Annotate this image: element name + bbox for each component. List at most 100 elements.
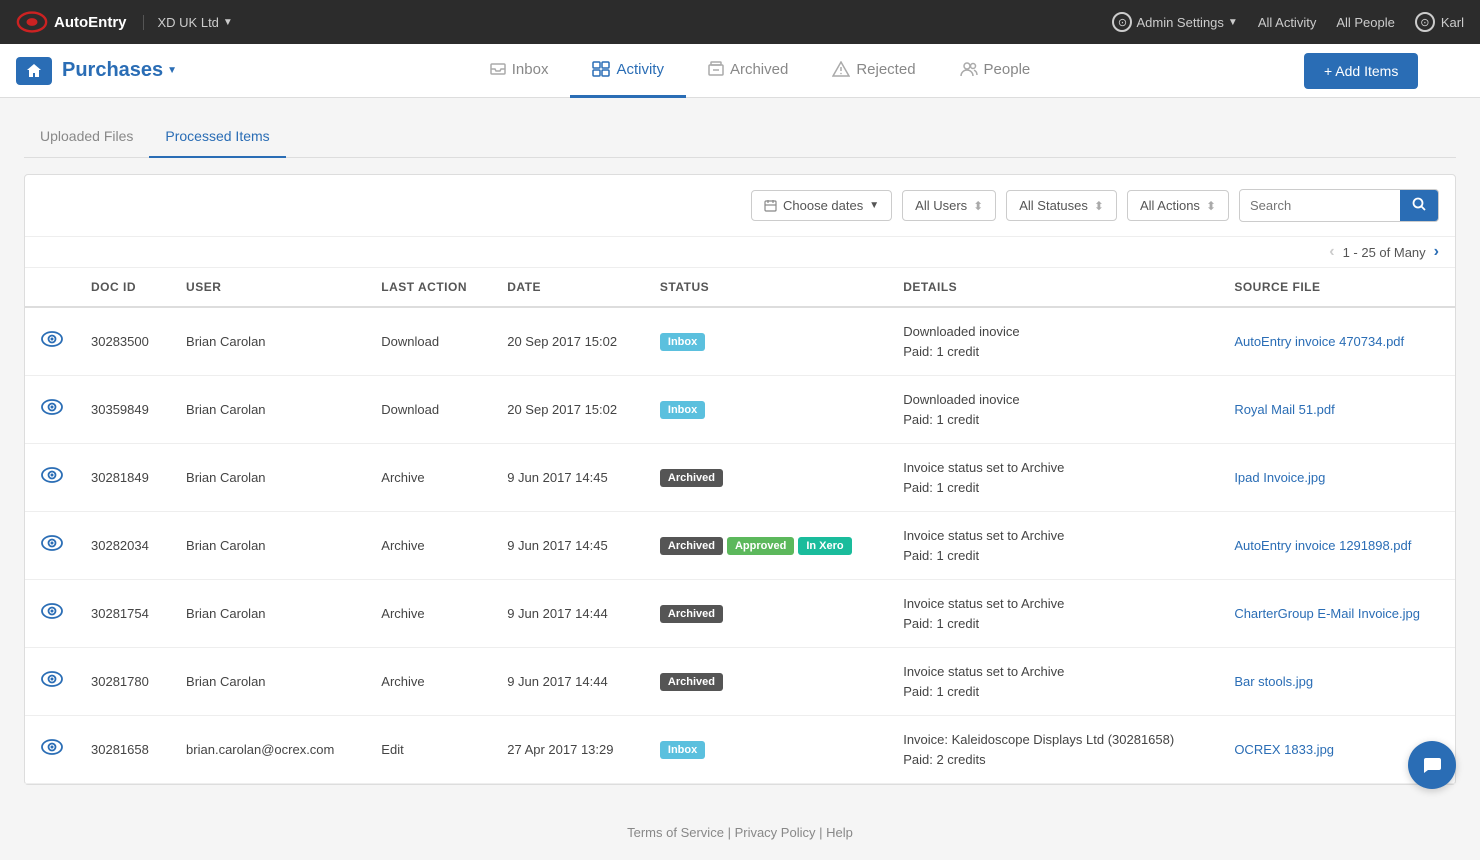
search-field-wrap [1239, 189, 1439, 222]
source-file-link[interactable]: OCREX 1833.jpg [1234, 742, 1334, 757]
source-file-link[interactable]: AutoEntry invoice 1291898.pdf [1234, 538, 1411, 553]
search-input[interactable] [1240, 191, 1400, 220]
statuses-updown-icon: ⬍ [1094, 199, 1104, 213]
user-menu[interactable]: ⊙ Karl [1415, 12, 1464, 32]
view-cell [25, 512, 75, 580]
user-cell: Brian Carolan [170, 376, 365, 444]
user-cell: Brian Carolan [170, 307, 365, 376]
table-row: 30281849Brian CarolanArchive9 Jun 2017 1… [25, 444, 1455, 512]
search-icon [1412, 197, 1426, 211]
source-file-link[interactable]: AutoEntry invoice 470734.pdf [1234, 334, 1404, 349]
tab-activity[interactable]: Activity [570, 44, 686, 98]
details-cell: Invoice status set to ArchivePaid: 1 cre… [887, 512, 1218, 580]
action-cell: Edit [365, 716, 491, 784]
table-header-row: DOC ID USER LAST ACTION DATE STATUS DETA… [25, 268, 1455, 307]
table-row: 30281780Brian CarolanArchive9 Jun 2017 1… [25, 648, 1455, 716]
doc-id-cell: 30359849 [75, 376, 170, 444]
doc-id-cell: 30281658 [75, 716, 170, 784]
choose-dates-button[interactable]: Choose dates ▼ [751, 190, 892, 221]
purchases-title[interactable]: Purchases ▼ [62, 59, 177, 82]
all-users-label: All Users [915, 198, 967, 213]
status-badge: In Xero [798, 537, 851, 555]
tab-people[interactable]: People [938, 44, 1053, 98]
next-page-button[interactable]: › [1434, 243, 1439, 261]
home-button[interactable] [16, 57, 52, 85]
col-status: STATUS [644, 268, 887, 307]
view-icon[interactable] [41, 399, 63, 419]
user-cell: Brian Carolan [170, 580, 365, 648]
tab-archived[interactable]: Archived [686, 44, 810, 98]
sub-nav-right: + Add Items [1304, 53, 1464, 89]
company-selector[interactable]: XD UK Ltd ▼ [143, 15, 233, 30]
admin-settings-menu[interactable]: ⊙ Admin Settings ▼ [1112, 12, 1237, 32]
view-cell [25, 444, 75, 512]
source-file-link[interactable]: CharterGroup E-Mail Invoice.jpg [1234, 606, 1420, 621]
user-cell: Brian Carolan [170, 648, 365, 716]
calendar-icon [764, 199, 777, 212]
search-button[interactable] [1400, 190, 1438, 221]
sub-navbar: Purchases ▼ Inbox Activity Archived Reje… [0, 44, 1480, 98]
status-cell: Archived [644, 444, 887, 512]
table-row: 30281658brian.carolan@ocrex.comEdit27 Ap… [25, 716, 1455, 784]
all-actions-select[interactable]: All Actions ⬍ [1127, 190, 1229, 221]
add-items-button[interactable]: + Add Items [1304, 53, 1418, 89]
doc-id-cell: 30282034 [75, 512, 170, 580]
view-icon[interactable] [41, 739, 63, 759]
details-cell: Invoice: Kaleidoscope Displays Ltd (3028… [887, 716, 1218, 784]
processed-items-label: Processed Items [165, 128, 269, 144]
date-cell: 9 Jun 2017 14:45 [491, 512, 644, 580]
tab-rejected[interactable]: Rejected [810, 44, 937, 98]
prev-page-button[interactable]: ‹ [1329, 243, 1334, 261]
users-updown-icon: ⬍ [973, 199, 983, 213]
status-badge: Inbox [660, 741, 705, 759]
status-cell: Archived [644, 648, 887, 716]
top-navbar: AutoEntry XD UK Ltd ▼ ⊙ Admin Settings ▼… [0, 0, 1480, 44]
table-container: Choose dates ▼ All Users ⬍ All Statuses … [24, 174, 1456, 785]
doc-id-cell: 30283500 [75, 307, 170, 376]
all-statuses-select[interactable]: All Statuses ⬍ [1006, 190, 1117, 221]
people-icon [960, 61, 978, 77]
admin-dropdown-icon: ▼ [1228, 17, 1238, 28]
action-cell: Archive [365, 580, 491, 648]
uploaded-files-label: Uploaded Files [40, 128, 133, 144]
pagination-text: 1 - 25 of Many [1343, 245, 1426, 260]
add-items-label: + Add Items [1324, 63, 1398, 79]
source-file-link[interactable]: Bar stools.jpg [1234, 674, 1313, 689]
date-cell: 27 Apr 2017 13:29 [491, 716, 644, 784]
help-link[interactable]: Help [826, 825, 853, 840]
view-icon[interactable] [41, 603, 63, 623]
tab-processed-items[interactable]: Processed Items [149, 118, 285, 158]
col-source-file: SOURCE FILE [1218, 268, 1455, 307]
view-icon[interactable] [41, 535, 63, 555]
view-icon[interactable] [41, 331, 63, 351]
view-cell [25, 716, 75, 784]
action-cell: Download [365, 376, 491, 444]
action-cell: Archive [365, 648, 491, 716]
status-cell: Inbox [644, 307, 887, 376]
purchases-label: Purchases [62, 59, 163, 82]
user-cell: Brian Carolan [170, 444, 365, 512]
col-doc-id: DOC ID [75, 268, 170, 307]
source-file-cell: AutoEntry invoice 1291898.pdf [1218, 512, 1455, 580]
all-users-select[interactable]: All Users ⬍ [902, 190, 996, 221]
status-badge: Archived [660, 673, 723, 691]
view-icon[interactable] [41, 467, 63, 487]
user-cell: Brian Carolan [170, 512, 365, 580]
chat-bubble-button[interactable] [1408, 741, 1456, 789]
details-cell: Invoice status set to ArchivePaid: 1 cre… [887, 580, 1218, 648]
source-file-link[interactable]: Ipad Invoice.jpg [1234, 470, 1325, 485]
page-footer: Terms of Service | Privacy Policy | Help [0, 805, 1480, 860]
all-activity-link[interactable]: All Activity [1258, 15, 1317, 30]
source-file-link[interactable]: Royal Mail 51.pdf [1234, 402, 1334, 417]
doc-id-cell: 30281754 [75, 580, 170, 648]
privacy-link[interactable]: Privacy Policy [735, 825, 816, 840]
all-people-link[interactable]: All People [1336, 15, 1395, 30]
date-cell: 9 Jun 2017 14:45 [491, 444, 644, 512]
table-row: 30281754Brian CarolanArchive9 Jun 2017 1… [25, 580, 1455, 648]
filter-bar: Choose dates ▼ All Users ⬍ All Statuses … [25, 175, 1455, 237]
view-icon[interactable] [41, 671, 63, 691]
terms-link[interactable]: Terms of Service [627, 825, 724, 840]
tab-inbox[interactable]: Inbox [468, 44, 571, 98]
dates-caret-icon: ▼ [869, 200, 879, 211]
tab-uploaded-files[interactable]: Uploaded Files [24, 118, 149, 158]
